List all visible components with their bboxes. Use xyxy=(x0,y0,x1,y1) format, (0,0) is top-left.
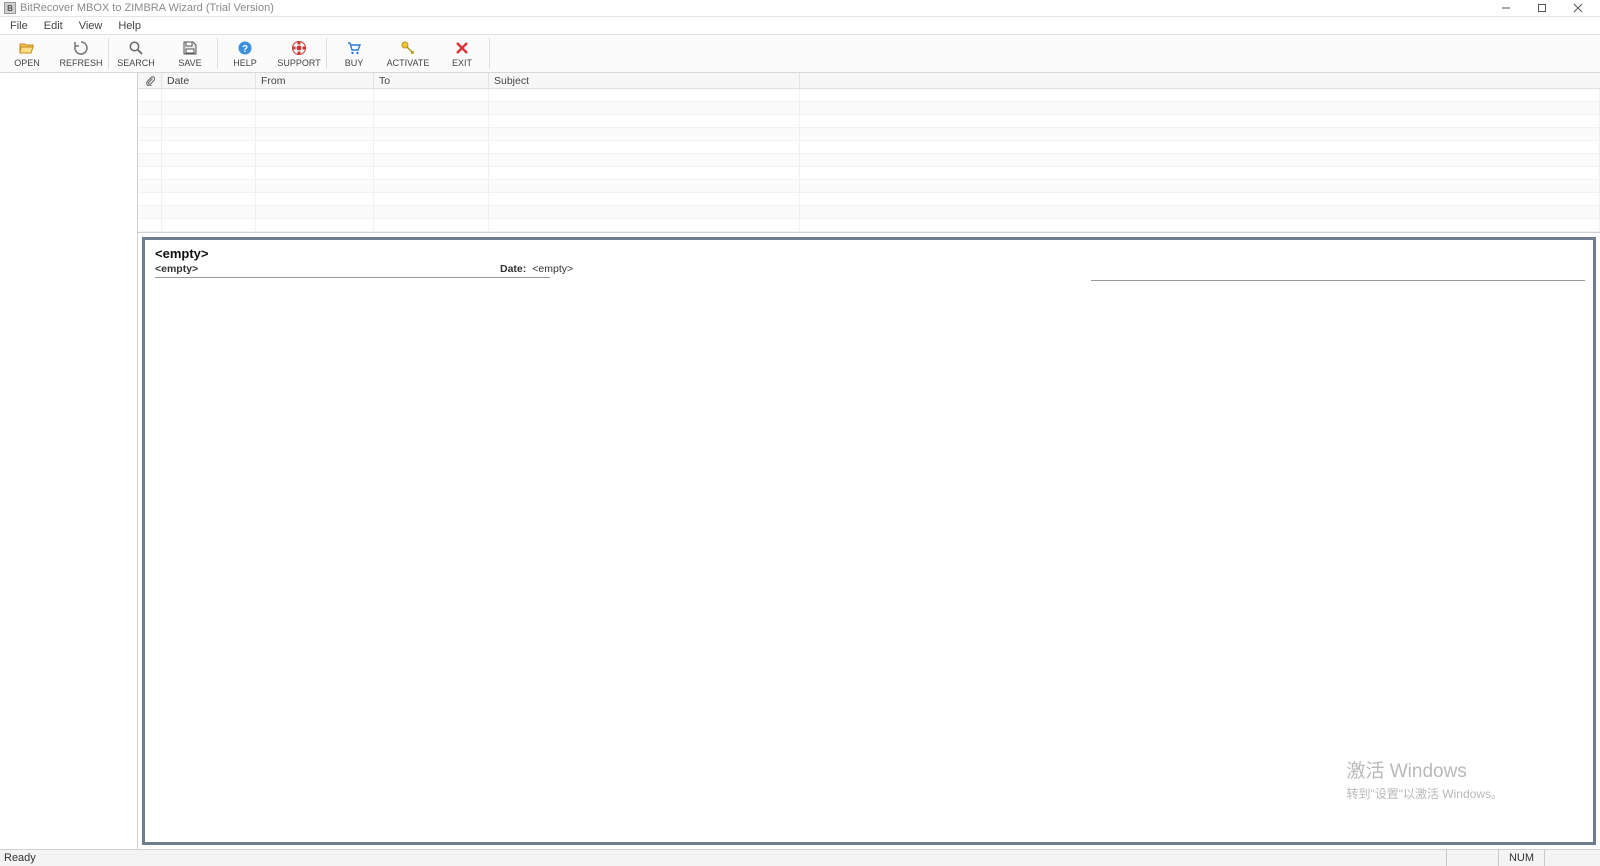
search-label: SEARCH xyxy=(117,58,155,68)
folder-tree-pane[interactable] xyxy=(0,73,138,849)
preview-from: <empty> xyxy=(155,263,500,275)
preview-meta: <empty> Date: <empty> xyxy=(155,263,1583,275)
status-cell xyxy=(1446,850,1498,866)
help-label: HELP xyxy=(233,58,257,68)
status-ready: Ready xyxy=(4,852,36,864)
save-button[interactable]: SAVE xyxy=(163,35,217,72)
exit-icon xyxy=(454,40,470,56)
grid-row xyxy=(138,141,1600,154)
menubar: File Edit View Help xyxy=(0,17,1600,35)
grid-row xyxy=(138,206,1600,219)
grid-row xyxy=(138,89,1600,102)
refresh-button[interactable]: REFRESH xyxy=(54,35,108,72)
divider xyxy=(155,277,550,278)
window-title: BitRecover MBOX to ZIMBRA Wizard (Trial … xyxy=(20,2,1488,14)
column-from[interactable]: From xyxy=(256,73,374,88)
watermark-line1: 激活 Windows xyxy=(1346,756,1503,783)
column-rest[interactable] xyxy=(800,73,1600,88)
menu-file[interactable]: File xyxy=(2,19,36,33)
help-button[interactable]: ? HELP xyxy=(218,35,272,72)
grid-row xyxy=(138,180,1600,193)
buy-button[interactable]: BUY xyxy=(327,35,381,72)
preview-date-value: <empty> xyxy=(532,263,573,275)
grid-body[interactable] xyxy=(138,89,1600,232)
toolbar-separator xyxy=(489,38,490,69)
menu-view[interactable]: View xyxy=(71,19,111,33)
activate-label: ACTIVATE xyxy=(387,58,430,68)
key-icon xyxy=(400,40,416,56)
maximize-button[interactable] xyxy=(1524,0,1560,17)
menu-help[interactable]: Help xyxy=(110,19,149,33)
open-label: OPEN xyxy=(14,58,40,68)
status-cell xyxy=(1544,850,1596,866)
right-pane: Date From To Subject xyxy=(138,73,1600,849)
support-icon xyxy=(291,40,307,56)
windows-activation-watermark: 激活 Windows 转到"设置"以激活 Windows。 xyxy=(1346,756,1503,802)
preview-wrap: <empty> <empty> Date: <empty> 激活 Windows… xyxy=(138,233,1600,849)
status-numlock: NUM xyxy=(1498,850,1544,866)
grid-row xyxy=(138,128,1600,141)
column-attachment[interactable] xyxy=(138,73,162,88)
app-icon: B xyxy=(4,2,16,14)
exit-label: EXIT xyxy=(452,58,472,68)
column-date[interactable]: Date xyxy=(162,73,256,88)
buy-label: BUY xyxy=(345,58,364,68)
refresh-label: REFRESH xyxy=(59,58,102,68)
grid-row xyxy=(138,193,1600,206)
activate-button[interactable]: ACTIVATE xyxy=(381,35,435,72)
menu-edit[interactable]: Edit xyxy=(36,19,71,33)
main-area: Date From To Subject xyxy=(0,73,1600,849)
grid-row xyxy=(138,102,1600,115)
close-button[interactable] xyxy=(1560,0,1596,17)
support-button[interactable]: SUPPORT xyxy=(272,35,326,72)
svg-text:?: ? xyxy=(242,44,248,55)
refresh-icon xyxy=(73,40,89,56)
titlebar: B BitRecover MBOX to ZIMBRA Wizard (Tria… xyxy=(0,0,1600,17)
exit-button[interactable]: EXIT xyxy=(435,35,489,72)
grid-row xyxy=(138,115,1600,128)
minimize-button[interactable] xyxy=(1488,0,1524,17)
divider xyxy=(1091,280,1585,281)
save-label: SAVE xyxy=(178,58,201,68)
column-to[interactable]: To xyxy=(374,73,489,88)
preview-date-label: Date: xyxy=(500,263,526,275)
search-icon xyxy=(128,40,144,56)
open-button[interactable]: OPEN xyxy=(0,35,54,72)
help-icon: ? xyxy=(237,40,253,56)
watermark-line2: 转到"设置"以激活 Windows。 xyxy=(1346,785,1503,802)
folder-open-icon xyxy=(19,40,35,56)
search-button[interactable]: SEARCH xyxy=(109,35,163,72)
preview-pane[interactable]: <empty> <empty> Date: <empty> 激活 Windows… xyxy=(142,237,1596,845)
message-grid[interactable]: Date From To Subject xyxy=(138,73,1600,233)
save-icon xyxy=(182,40,198,56)
grid-row xyxy=(138,154,1600,167)
preview-subject: <empty> xyxy=(155,246,1583,261)
grid-row xyxy=(138,219,1600,232)
toolbar: OPEN REFRESH SEARCH SAVE ? HELP SUPPORT xyxy=(0,35,1600,73)
grid-header: Date From To Subject xyxy=(138,73,1600,89)
column-subject[interactable]: Subject xyxy=(489,73,800,88)
support-label: SUPPORT xyxy=(277,58,320,68)
window-controls xyxy=(1488,0,1596,17)
statusbar: Ready NUM xyxy=(0,849,1600,866)
cart-icon xyxy=(346,40,362,56)
grid-row xyxy=(138,167,1600,180)
